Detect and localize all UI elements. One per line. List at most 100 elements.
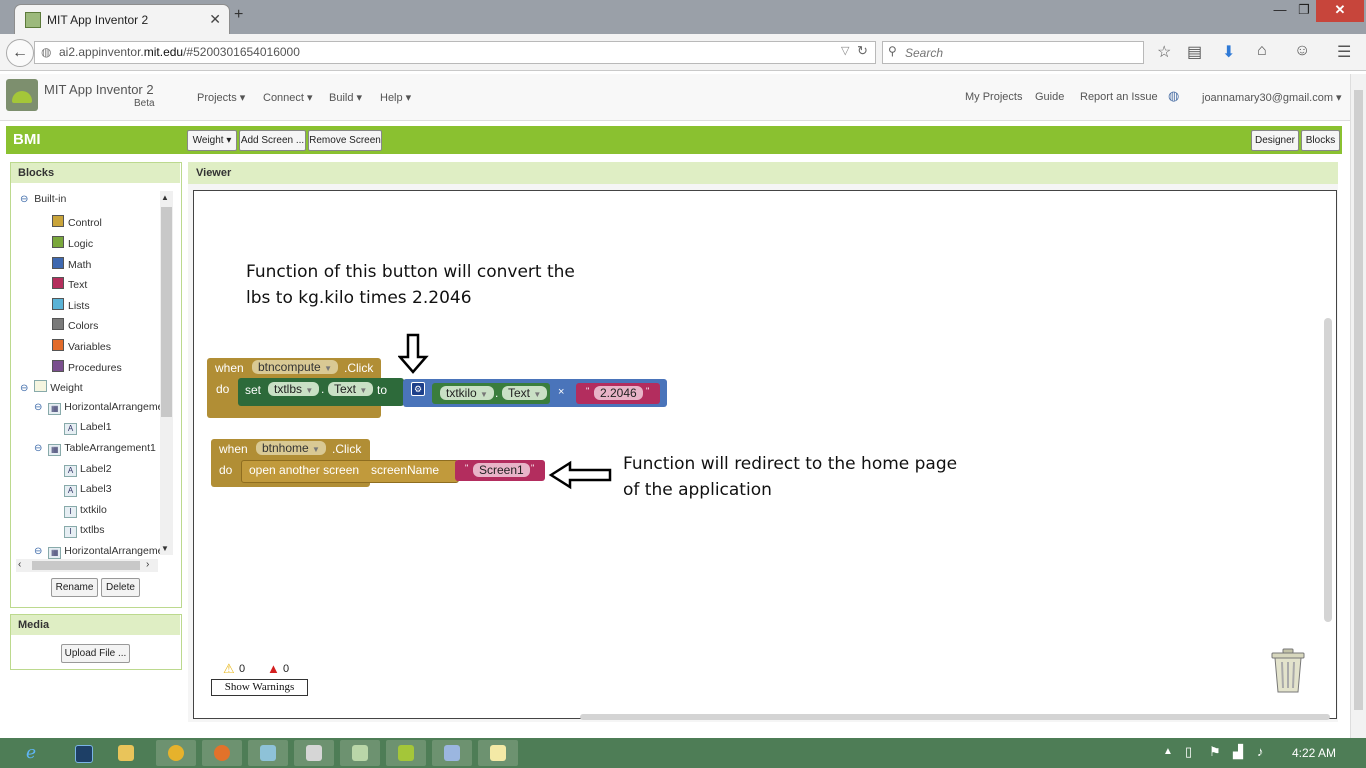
address-bar[interactable]: ◍ ai2.appinventor.mit.edu/#5200301654016… [34,41,876,64]
back-button[interactable]: ← [6,39,34,67]
remove-screen-button[interactable]: Remove Screen [308,130,382,151]
screen-dropdown[interactable]: Weight ▾ [187,130,237,151]
system-clock[interactable]: 4:22 AM [1292,746,1336,760]
workspace-horizontal-scrollbar[interactable] [580,714,1330,720]
component-label1[interactable]: A Label1 [64,421,112,435]
page-scrollbar[interactable] [1350,74,1366,738]
component-horizontal-arrangement-1[interactable]: ⊖ ▦ HorizontalArrangeme [34,401,163,415]
blocks-panel-title: Blocks [11,163,180,183]
getter-property-selector[interactable]: Text ▼ [502,386,548,400]
rename-button[interactable]: Rename [51,578,98,597]
url-dropdown-icon[interactable]: ▽ [841,44,849,57]
show-warnings-button[interactable]: Show Warnings [211,679,308,696]
menu-help[interactable]: Help ▾ [380,91,411,104]
component-txtlbs[interactable]: Itxtlbs [64,524,105,538]
delete-button[interactable]: Delete [101,578,140,597]
getter-component-selector[interactable]: txtkilo ▼ [440,386,494,400]
search-input[interactable] [903,44,1137,61]
reading-list-icon[interactable]: ▤ [1187,42,1202,62]
new-tab-icon[interactable]: + [234,6,243,24]
menu-projects[interactable]: Projects ▾ [197,91,245,104]
set-property-selector[interactable]: Text ▼ [328,382,374,396]
textbox-icon: I [64,526,77,538]
close-tab-icon[interactable]: ✕ [209,11,221,28]
taskbar-chrome-icon[interactable] [156,740,196,766]
menu-connect[interactable]: Connect ▾ [263,91,313,104]
blocks-button[interactable]: Blocks [1301,130,1340,151]
builtin-item-variables[interactable]: Variables [52,339,111,353]
tray-device-icon[interactable]: ▯ [1185,744,1192,760]
set-component-selector[interactable]: txtlbs ▼ [268,382,320,396]
tray-flag-icon[interactable]: ⚑ [1209,744,1221,760]
app-inventor-favicon-icon [25,12,41,28]
open-quote-icon: " [586,386,590,396]
scroll-up-icon[interactable]: ▲ [161,193,169,202]
mutator-gear-icon[interactable]: ⚙ [411,382,425,396]
textbox-icon: I [64,506,77,518]
downloads-icon[interactable]: ⬇ [1222,42,1235,62]
browser-tab[interactable]: MIT App Inventor 2 ✕ [14,4,230,35]
taskbar-app-icon-3[interactable] [340,740,380,766]
builtin-item-lists[interactable]: Lists [52,298,90,312]
tree-node-builtin[interactable]: ⊖ Built-in [20,193,66,205]
tray-volume-icon[interactable]: ♪ [1257,744,1264,759]
link-my-projects[interactable]: My Projects [965,91,1022,103]
taskbar-android-icon[interactable] [386,740,426,766]
window-close-icon[interactable]: ✕ [1316,0,1364,22]
trash-can-icon[interactable] [1270,648,1306,694]
taskbar-app-icon-1[interactable] [248,740,288,766]
tree-node-screen[interactable]: ⊖ Weight [20,380,83,394]
internet-explorer-icon[interactable]: ℯ [26,743,36,763]
label-icon: A [64,423,77,435]
builtin-item-math[interactable]: Math [52,257,91,271]
taskbar-firefox-icon[interactable] [202,740,242,766]
maximize-icon[interactable]: ❐ [1290,0,1318,22]
tray-expand-icon[interactable]: ▲ [1163,746,1173,757]
user-account-menu[interactable]: joannamary30@gmail.com ▾ [1202,91,1342,104]
tray-signal-icon[interactable]: ▟ [1233,744,1243,760]
upload-file-button[interactable]: Upload File ... [61,644,130,663]
reload-icon[interactable]: ↻ [857,43,868,59]
arrangement-icon: ▦ [48,403,62,415]
search-bar[interactable]: ⚲ [882,41,1144,64]
bookmark-star-icon[interactable]: ☆ [1157,42,1171,62]
number-value[interactable]: 2.2046 [594,386,643,400]
screen-name-value[interactable]: Screen1 [473,463,530,477]
smiley-icon[interactable]: ☺ [1294,42,1310,60]
tree-vertical-scrollbar[interactable] [160,191,173,555]
taskbar-file-explorer-icon[interactable] [106,740,146,766]
taskbar-app-icon-4[interactable] [432,740,472,766]
multiply-operator: × [558,386,565,398]
designer-button[interactable]: Designer [1251,130,1299,151]
link-report-issue[interactable]: Report an Issue [1080,91,1158,103]
scroll-left-icon[interactable]: ‹ [18,559,21,570]
scroll-right-icon[interactable]: › [146,559,149,570]
builtin-item-colors[interactable]: Colors [52,318,98,332]
component-table-arrangement[interactable]: ⊖ ▦ TableArrangement1 [34,442,156,456]
component-selector-btncompute[interactable]: btncompute ▼ [252,360,338,374]
component-horizontal-arrangement-2[interactable]: ⊖ ▦ HorizontalArrangeme [34,545,163,559]
taskbar-photoshop-icon[interactable] [64,740,104,766]
language-globe-icon[interactable]: ◍ [1168,88,1179,104]
hamburger-menu-icon[interactable]: ☰ [1337,42,1351,62]
app-inventor-logo-icon[interactable] [6,79,38,111]
home-icon[interactable]: ⌂ [1257,42,1267,60]
taskbar-app-icon-2[interactable] [294,740,334,766]
menu-build[interactable]: Build ▾ [329,91,362,104]
builtin-item-logic[interactable]: Logic [52,236,93,250]
collapse-icon: ⊖ [34,443,43,454]
workspace-vertical-scrollbar[interactable] [1324,318,1332,622]
warnings-count: 0 [239,663,246,675]
component-label2[interactable]: A Label2 [64,463,112,477]
component-selector-btnhome[interactable]: btnhome ▼ [256,441,326,455]
builtin-item-procedures[interactable]: Procedures [52,360,122,374]
component-txtkilo[interactable]: Itxtkilo [64,504,107,518]
builtin-item-control[interactable]: Control [52,215,102,229]
link-guide[interactable]: Guide [1035,91,1064,103]
tree-horizontal-scrollbar[interactable] [16,559,158,572]
scroll-down-icon[interactable]: ▼ [161,544,169,553]
builtin-item-text[interactable]: Text [52,277,87,291]
add-screen-button[interactable]: Add Screen ... [239,130,306,151]
component-label3[interactable]: A Label3 [64,483,112,497]
taskbar-notepad-icon[interactable] [478,740,518,766]
